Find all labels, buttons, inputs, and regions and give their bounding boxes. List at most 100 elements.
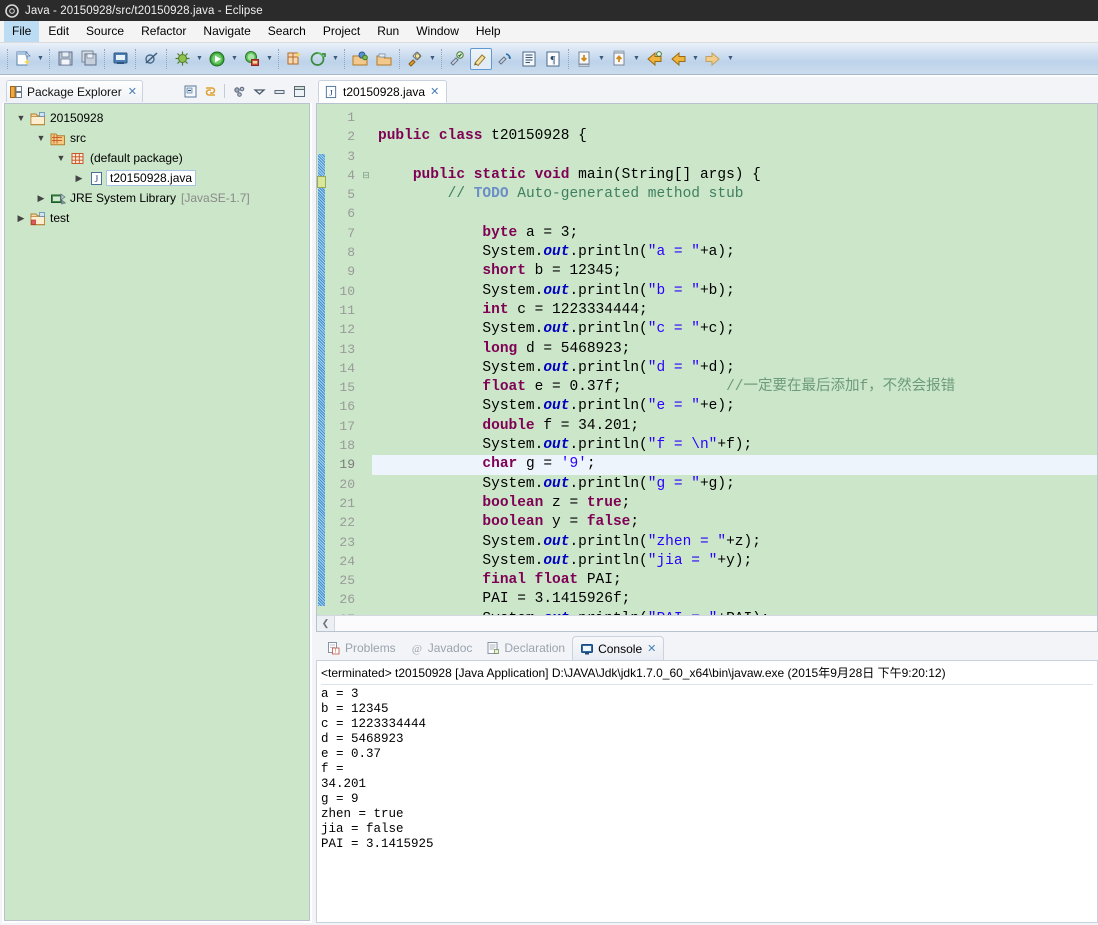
new-wizard-icon[interactable] [12,48,34,70]
menu-project[interactable]: Project [315,21,368,42]
code-line[interactable]: System.out.println("jia = "+y); [372,552,1097,571]
external-tools-icon[interactable] [241,48,263,70]
code-line[interactable]: System.out.println("g = "+g); [372,475,1097,494]
tab-t20150928-java[interactable]: J t20150928.java ✕ [318,80,448,103]
code-line[interactable] [372,147,1097,166]
chevron-right-icon[interactable]: ▶ [71,173,87,184]
tree-item-jre-system-library[interactable]: ▶ JRE System Library [JavaSE-1.7] [5,188,309,208]
fold-collapse-icon[interactable]: ⊟ [360,166,372,185]
code-line[interactable]: System.out.println("a = "+a); [372,243,1097,262]
maximize-icon[interactable] [290,82,308,100]
code-line[interactable] [372,204,1097,223]
menu-refactor[interactable]: Refactor [133,21,194,42]
scroll-track[interactable] [335,616,1097,631]
chevron-right-icon[interactable]: ▶ [33,193,49,204]
debug-dropdown-icon[interactable]: ▼ [194,48,205,70]
save-all-icon[interactable] [78,48,100,70]
menu-search[interactable]: Search [260,21,314,42]
forward-dropdown-icon[interactable]: ▼ [725,48,736,70]
back-icon[interactable] [643,48,665,70]
code-line[interactable]: System.out.println("b = "+b); [372,282,1097,301]
code-line[interactable]: final float PAI; [372,571,1097,590]
open-type-icon[interactable] [349,48,371,70]
code-line[interactable]: System.out.println("zhen = "+z); [372,533,1097,552]
scroll-left-icon[interactable]: ❮ [317,616,335,631]
code-line[interactable]: System.out.println("e = "+e); [372,397,1097,416]
previous-edit-dropdown-icon[interactable]: ▼ [596,48,607,70]
project-tree[interactable]: ▼ 20150928 ▼ src ▼ (default package) ▶ J… [4,103,310,921]
forward-icon[interactable] [702,48,724,70]
code-line[interactable]: boolean y = false; [372,513,1097,532]
new-java-class-icon[interactable] [307,48,329,70]
previous-edit-location-icon[interactable] [573,48,595,70]
search-icon[interactable] [404,48,426,70]
back-history-icon[interactable] [667,48,689,70]
code-line[interactable] [372,108,1097,127]
code-line[interactable]: char g = '9'; [372,455,1097,475]
back-dropdown-icon[interactable]: ▼ [690,48,701,70]
link-with-editor-icon[interactable] [201,82,219,100]
debug-icon[interactable] [171,48,193,70]
tree-item-t20150928-java[interactable]: ▶ J t20150928.java [5,168,309,188]
next-edit-location-icon[interactable] [608,48,630,70]
view-menu-focus-icon[interactable] [230,82,248,100]
external-tools-dropdown-icon[interactable]: ▼ [264,48,275,70]
code-line[interactable]: int c = 1223334444; [372,301,1097,320]
next-annotation-icon[interactable] [446,48,468,70]
menu-run[interactable]: Run [369,21,407,42]
close-icon[interactable]: ✕ [128,85,137,98]
console-body[interactable]: <terminated> t20150928 [Java Application… [316,660,1098,923]
tree-item-default-package[interactable]: ▼ (default package) [5,148,309,168]
print-icon[interactable] [109,48,131,70]
chevron-down-icon[interactable]: ▼ [13,113,29,123]
code-line[interactable]: float e = 0.37f; //一定要在最后添加f，不然会报错 [372,378,1097,397]
show-whitespace-icon[interactable] [518,48,540,70]
code-line[interactable]: System.out.println("c = "+c); [372,320,1097,339]
code-line[interactable]: long d = 5468923; [372,340,1097,359]
menu-edit[interactable]: Edit [40,21,77,42]
tree-item-src[interactable]: ▼ src [5,128,309,148]
editor-horizontal-scrollbar[interactable]: ❮ [317,615,1097,631]
code-line[interactable]: System.out.println("d = "+d); [372,359,1097,378]
editor-body[interactable]: 1 2 3 4 5 6 7 8 9 10 11 12 13 14 15 16 17 18 19 20 21 22 23 24 2… [316,103,1098,632]
save-icon[interactable] [54,48,76,70]
code-line[interactable]: // TODO Auto-generated method stub [372,185,1097,204]
chevron-down-icon[interactable]: ▼ [33,133,49,143]
code-line[interactable]: PAI = 3.1415926f; [372,590,1097,609]
run-dropdown-icon[interactable]: ▼ [229,48,240,70]
pilcrow-icon[interactable]: ¶ [542,48,564,70]
menu-navigate[interactable]: Navigate [195,21,258,42]
tab-declaration[interactable]: Declaration [479,636,572,660]
close-icon[interactable]: ✕ [647,642,656,655]
menu-help[interactable]: Help [468,21,509,42]
open-task-icon[interactable] [373,48,395,70]
tree-item-20150928[interactable]: ▼ 20150928 [5,108,309,128]
close-icon[interactable]: ✕ [430,85,439,98]
skip-breakpoints-icon[interactable] [140,48,162,70]
chevron-down-icon[interactable]: ▼ [53,153,69,163]
editor-marker-bar[interactable] [317,104,326,631]
new-java-project-icon[interactable] [283,48,305,70]
code-line[interactable]: boolean z = true; [372,494,1097,513]
search-dropdown-icon[interactable]: ▼ [427,48,438,70]
collapse-all-icon[interactable] [181,82,199,100]
menu-window[interactable]: Window [408,21,467,42]
chevron-right-icon[interactable]: ▶ [13,213,29,224]
code-area[interactable]: public class t20150928 { public static v… [372,104,1097,631]
folding-ruler[interactable]: ⊟ [360,104,372,631]
toggle-mark-occurrences-icon[interactable] [470,47,492,70]
tab-javadoc[interactable]: @ Javadoc [403,636,480,660]
view-menu-icon[interactable] [250,82,268,100]
tree-item-test[interactable]: ▶ test [5,208,309,228]
menu-source[interactable]: Source [78,21,132,42]
new-java-class-dropdown-icon[interactable]: ▼ [330,48,341,70]
new-wizard-dropdown-icon[interactable]: ▼ [35,48,46,70]
code-line[interactable]: public class t20150928 { [372,127,1097,146]
menu-file[interactable]: File [4,21,40,42]
code-line[interactable]: byte a = 3; [372,224,1097,243]
code-line[interactable]: System.out.println("f = \n"+f); [372,436,1097,455]
code-line[interactable]: double f = 34.201; [372,417,1097,436]
minimize-icon[interactable] [270,82,288,100]
run-icon[interactable] [206,48,228,70]
folding-marker-icon[interactable] [317,176,326,188]
